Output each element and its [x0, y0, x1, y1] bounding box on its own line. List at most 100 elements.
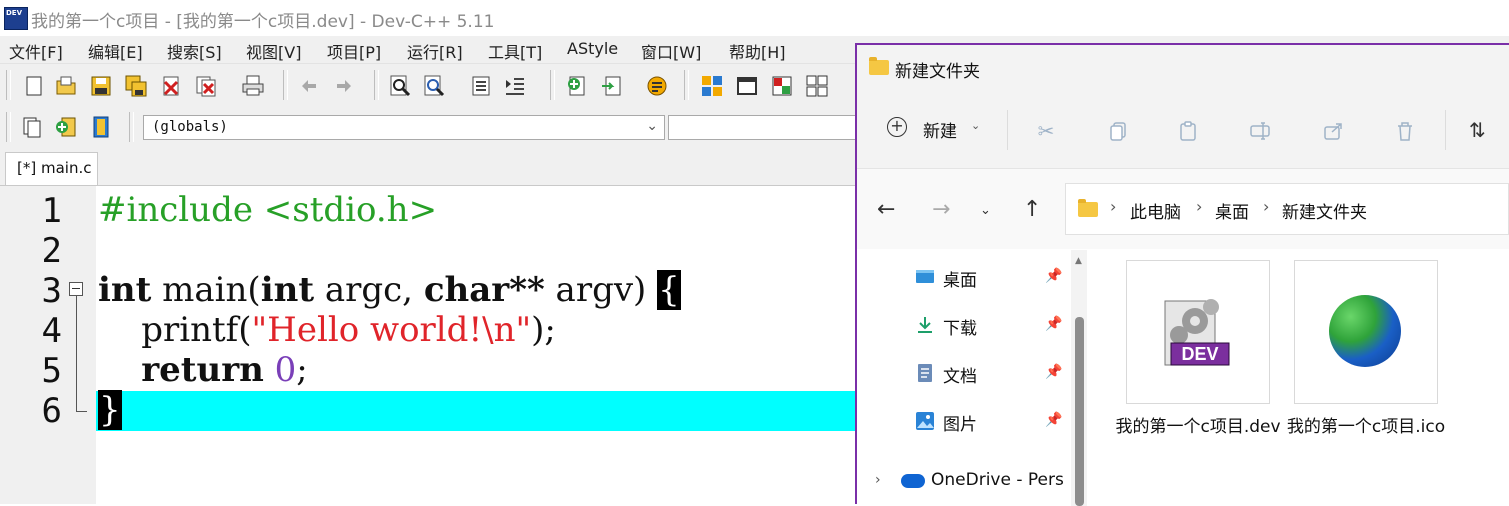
breadcrumb-desktop[interactable]: 桌面 — [1215, 198, 1249, 223]
fold-collapse-icon[interactable] — [69, 282, 83, 296]
replace-icon[interactable] — [422, 74, 446, 98]
sidebar-item-pictures[interactable]: 图片 📌 — [915, 408, 1085, 438]
code-line-5: return 0; — [98, 350, 308, 390]
recent-locations-chevron-icon[interactable]: ⌄ — [980, 203, 991, 218]
sidebar-item-label: 图片 — [943, 415, 977, 435]
find-icon[interactable] — [388, 74, 412, 98]
goto-line-icon[interactable] — [469, 74, 493, 98]
undo-icon[interactable] — [298, 74, 322, 98]
scope-combo[interactable]: (globals) ⌄ — [143, 115, 665, 140]
sidebar-item-onedrive[interactable]: › OneDrive - Pers — [875, 468, 1075, 498]
paste-icon[interactable] — [1177, 120, 1199, 142]
expand-chevron-icon[interactable]: › — [875, 472, 881, 488]
breadcrumb-new-folder[interactable]: 新建文件夹 — [1282, 198, 1367, 223]
code-line-1: #include <stdio.h> — [98, 190, 437, 230]
code-editor[interactable]: 1 2 3 4 5 6 #include <stdio.h> int main(… — [0, 186, 860, 504]
menu-window[interactable]: 窗口[W] — [641, 39, 701, 63]
function-combo[interactable] — [668, 115, 868, 140]
divider — [1445, 110, 1446, 150]
menu-help[interactable]: 帮助[H] — [729, 39, 786, 63]
up-arrow-icon[interactable]: ↑ — [1023, 197, 1041, 222]
compile-icon[interactable] — [645, 74, 669, 98]
menu-edit[interactable]: 编辑[E] — [88, 39, 143, 63]
menu-project[interactable]: 项目[P] — [327, 39, 381, 63]
menu-file[interactable]: 文件[F] — [9, 39, 63, 63]
code-text: argc, — [314, 270, 424, 310]
menu-astyle[interactable]: AStyle — [567, 39, 618, 58]
line-number: 6 — [41, 391, 62, 431]
tile-windows-icon[interactable] — [700, 74, 724, 98]
globe-icon — [1329, 295, 1401, 367]
toolbar-grip[interactable] — [129, 112, 134, 142]
toolbar-grip[interactable] — [283, 70, 288, 100]
string-literal: "Hello world!\n" — [251, 310, 532, 350]
address-bar[interactable]: › 此电脑 › 桌面 › 新建文件夹 — [1065, 183, 1509, 235]
toolbar-grip[interactable] — [550, 70, 555, 100]
menu-run[interactable]: 运行[R] — [407, 39, 463, 63]
pictures-icon — [916, 412, 934, 430]
close-all-icon[interactable] — [194, 74, 218, 98]
close-file-icon[interactable] — [159, 74, 183, 98]
delete-icon[interactable] — [1394, 120, 1416, 142]
scroll-up-icon[interactable]: ▲ — [1075, 256, 1082, 266]
new-button[interactable]: + 新建 ⌄ — [887, 117, 987, 145]
menu-view[interactable]: 视图[V] — [246, 39, 301, 63]
menu-tools[interactable]: 工具[T] — [488, 39, 542, 63]
window-title: 我的第一个c项目 - [我的第一个c项目.dev] - Dev-C++ 5.11 — [31, 12, 495, 32]
chevron-down-icon[interactable]: ⌄ — [646, 118, 658, 134]
toolbar-grip[interactable] — [374, 70, 379, 100]
sidebar-item-documents[interactable]: 文档 📌 — [915, 360, 1085, 390]
cut-icon[interactable]: ✂ — [1035, 120, 1057, 142]
pin-icon[interactable]: 📌 — [1045, 268, 1062, 284]
file-item[interactable]: DEV 我的第一个c项目.dev — [1087, 260, 1281, 470]
new-button-label: 新建 — [923, 122, 957, 142]
scrollbar-thumb[interactable] — [1075, 317, 1084, 506]
forward-arrow-icon[interactable]: → — [932, 197, 950, 222]
tab-main-c[interactable]: [*] main.c — [5, 152, 98, 185]
toolbar-grip[interactable] — [684, 70, 689, 100]
toolbar-grip[interactable] — [6, 70, 11, 100]
pin-icon[interactable]: 📌 — [1045, 412, 1062, 428]
breadcrumb-this-pc[interactable]: 此电脑 — [1130, 198, 1181, 223]
line-number: 5 — [41, 351, 62, 391]
layout-icon[interactable] — [770, 74, 794, 98]
breadcrumb-separator-icon[interactable]: › — [1263, 197, 1269, 216]
file-item[interactable]: 我的第一个c项目.ico — [1255, 260, 1445, 470]
code-line-4: printf("Hello world!\n"); — [98, 310, 556, 350]
remove-from-project-icon[interactable] — [600, 74, 624, 98]
menu-search[interactable]: 搜索[S] — [167, 39, 222, 63]
print-icon[interactable] — [241, 74, 265, 98]
line-number: 4 — [41, 311, 62, 351]
save-all-icon[interactable] — [124, 74, 148, 98]
matched-brace: } — [98, 390, 122, 430]
open-file-icon[interactable] — [54, 74, 78, 98]
share-icon[interactable] — [1322, 120, 1344, 142]
back-arrow-icon[interactable]: ← — [877, 197, 895, 222]
navigation-pane-scrollbar[interactable]: ▲ — [1071, 250, 1087, 506]
matched-brace: { — [657, 270, 681, 310]
indent-icon[interactable] — [503, 74, 527, 98]
toolbar-grip[interactable] — [6, 112, 11, 142]
keyword: int — [98, 270, 152, 310]
save-icon[interactable] — [89, 74, 113, 98]
redo-icon[interactable] — [331, 74, 355, 98]
title-bar: 我的第一个c项目 - [我的第一个c项目.dev] - Dev-C++ 5.11 — [0, 0, 1509, 36]
grid-view-icon[interactable] — [805, 74, 829, 98]
bookmark-icon[interactable] — [89, 115, 113, 139]
class-browser-icon[interactable] — [20, 115, 44, 139]
insert-icon[interactable] — [54, 115, 78, 139]
sort-icon[interactable]: ⇅ — [1469, 118, 1486, 142]
sidebar-item-label: 桌面 — [943, 271, 977, 291]
breadcrumb-separator-icon[interactable]: › — [1196, 197, 1202, 216]
sidebar-item-downloads[interactable]: 下载 📌 — [915, 312, 1085, 342]
pin-icon[interactable]: 📌 — [1045, 364, 1062, 380]
sidebar-item-desktop[interactable]: 桌面 📌 — [915, 264, 1085, 294]
breadcrumb-separator-icon[interactable]: › — [1110, 197, 1116, 216]
fullscreen-icon[interactable] — [735, 74, 759, 98]
new-file-icon[interactable] — [22, 74, 46, 98]
rename-icon[interactable] — [1249, 120, 1271, 142]
navigation-pane: 桌面 📌 下载 📌 文档 📌 图片 📌 › OneDrive - Pers ▲ — [857, 250, 1087, 506]
copy-icon[interactable] — [1107, 120, 1129, 142]
pin-icon[interactable]: 📌 — [1045, 316, 1062, 332]
new-project-icon[interactable] — [565, 74, 589, 98]
